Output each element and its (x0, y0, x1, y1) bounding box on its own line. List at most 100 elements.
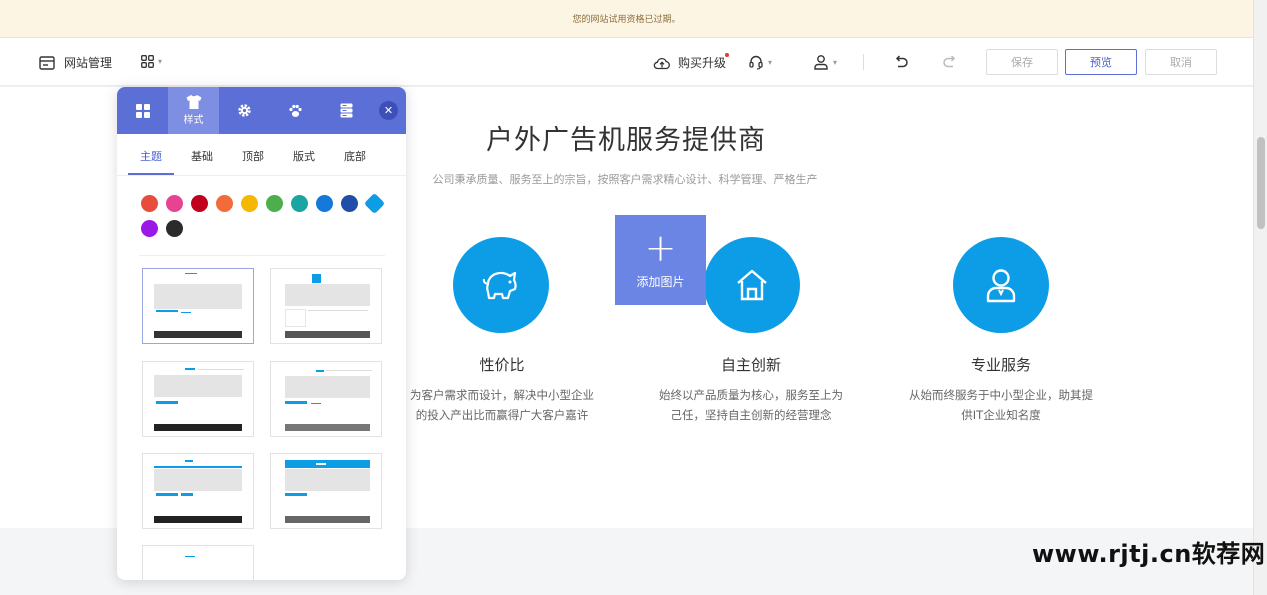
subtab-footer[interactable]: 底部 (344, 148, 366, 164)
redo-button[interactable] (942, 55, 958, 69)
chevron-down-icon: ▾ (768, 57, 773, 67)
theme-color-swatch[interactable] (166, 220, 183, 237)
tpl-accent (285, 401, 307, 404)
theme-color-swatch[interactable] (141, 195, 158, 212)
site-watermark: www.rjtj.cn软荐网 (1032, 540, 1266, 568)
tab-modules[interactable] (117, 87, 168, 134)
feature-title[interactable]: 自主创新 (651, 354, 851, 375)
tpl-accent (156, 401, 178, 404)
tpl-banner (154, 375, 242, 397)
tpl-accent (311, 403, 321, 404)
feature-desc[interactable]: 从始而终服务于中小型企业，助其提 供IT企业知名度 (896, 385, 1106, 425)
tpl-footer (285, 516, 370, 523)
database-icon (340, 103, 353, 118)
cloud-upload-icon (653, 57, 670, 69)
tpl-line (326, 370, 372, 371)
theme-color-swatch[interactable] (291, 195, 308, 212)
undo-button[interactable] (893, 55, 909, 69)
theme-color-swatch[interactable] (166, 195, 183, 212)
theme-color-swatch[interactable] (341, 195, 358, 212)
tpl-bar (154, 466, 242, 468)
tpl-banner (154, 284, 242, 309)
tpl-nav (316, 463, 326, 465)
tpl-banner (285, 469, 370, 491)
customer-service-button[interactable]: ▾ (748, 54, 772, 70)
tpl-footer (154, 424, 242, 431)
theme-color-swatch[interactable] (316, 195, 333, 212)
feature-title[interactable]: 性价比 (402, 354, 602, 375)
panel-divider (139, 255, 385, 256)
site-manage-button[interactable]: 网站管理 (39, 54, 112, 71)
section-subtitle[interactable]: 公司秉承质量、服务至上的宗旨，按照客户需求精心设计、科学管理、严格生产 (380, 171, 870, 187)
theme-color-swatch[interactable] (241, 195, 258, 212)
theme-color-swatch[interactable] (216, 195, 233, 212)
feature-icon-circle[interactable] (704, 237, 800, 333)
apps-grid-icon (141, 55, 154, 68)
tpl-banner (285, 284, 370, 306)
theme-color-swatch[interactable] (141, 220, 158, 237)
toolbar-divider (863, 54, 864, 70)
theme-subtab-bar: 主题 基础 顶部 版式 底部 (117, 134, 406, 176)
tpl-line (198, 369, 244, 370)
save-button[interactable]: 保存 (986, 49, 1058, 75)
theme-template[interactable] (270, 361, 382, 437)
feature-desc[interactable]: 为客户需求而设计，解决中小型企业 的投入产出比而赢得广大客户嘉许 (397, 385, 607, 425)
user-icon (986, 269, 1016, 303)
piggy-bank-icon (482, 271, 517, 300)
tpl-card (285, 309, 306, 327)
account-button[interactable]: ▾ (813, 54, 837, 70)
plus-icon: + (644, 225, 677, 270)
section-title[interactable]: 户外广告机服务提供商 (426, 118, 826, 157)
subtab-layout[interactable]: 版式 (293, 148, 315, 164)
feature-icon-circle[interactable] (953, 237, 1049, 333)
cancel-button[interactable]: 取消 (1145, 49, 1217, 75)
theme-template[interactable] (142, 453, 254, 529)
tpl-nav (185, 556, 195, 557)
tab-pets[interactable] (270, 87, 321, 134)
user-icon (814, 55, 828, 70)
theme-template[interactable] (142, 545, 254, 580)
tpl-nav (185, 460, 193, 462)
feature-desc-line: 为客户需求而设计，解决中小型企业 (410, 388, 594, 402)
add-image-label: 添加图片 (636, 274, 685, 289)
tpl-footer (285, 424, 370, 431)
buy-upgrade-button[interactable]: 购买升级 (653, 54, 726, 71)
subtab-theme[interactable]: 主题 (140, 148, 162, 164)
apps-menu-button[interactable]: ▾ (141, 55, 162, 68)
chevron-down-icon: ▾ (833, 57, 838, 67)
tpl-accent (181, 312, 191, 313)
tpl-banner (285, 376, 370, 398)
theme-color-swatch[interactable] (266, 195, 283, 212)
home-icon (737, 269, 767, 301)
theme-template[interactable] (142, 268, 254, 344)
subtab-header[interactable]: 顶部 (242, 148, 264, 164)
theme-color-swatch[interactable] (363, 192, 386, 215)
tab-style[interactable]: 样式 (168, 87, 219, 134)
tpl-footer (154, 331, 242, 338)
close-panel-button[interactable]: ✕ (379, 101, 398, 120)
notification-dot (725, 53, 729, 57)
feature-desc[interactable]: 始终以产品质量为核心，服务至上为 己任，坚持自主创新的经营理念 (646, 385, 856, 425)
feature-icon-circle[interactable] (453, 237, 549, 333)
tpl-accent (285, 493, 307, 496)
feature-desc-line: 己任，坚持自主创新的经营理念 (670, 408, 832, 422)
feature-title[interactable]: 专业服务 (901, 354, 1101, 375)
theme-template[interactable] (270, 268, 382, 344)
gear-icon (238, 104, 251, 117)
tab-settings[interactable] (219, 87, 270, 134)
tpl-nav (185, 368, 195, 370)
scrollbar-thumb[interactable] (1257, 137, 1265, 229)
subtab-basic[interactable]: 基础 (191, 148, 213, 164)
add-image-button[interactable]: + 添加图片 (615, 215, 706, 305)
headset-icon (749, 55, 763, 70)
trial-expired-notice: 您的网站试用资格已过期。 (0, 0, 1253, 38)
feature-desc-line: 供IT企业知名度 (961, 408, 1041, 422)
theme-template[interactable] (142, 361, 254, 437)
active-subtab-indicator (128, 173, 174, 175)
theme-color-swatch[interactable] (191, 195, 208, 212)
theme-template[interactable] (270, 453, 382, 529)
tab-data[interactable] (321, 87, 372, 134)
tab-style-label: 样式 (183, 115, 204, 126)
page-scrollbar[interactable] (1253, 0, 1267, 595)
preview-button[interactable]: 预览 (1065, 49, 1137, 75)
